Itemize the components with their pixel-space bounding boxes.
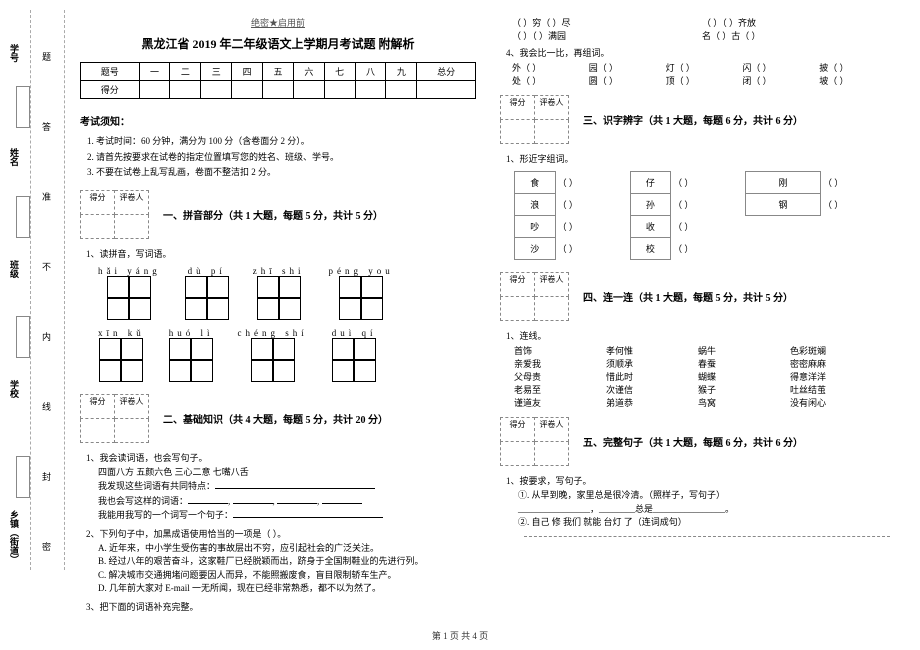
q6-prompt: 1、连线。: [506, 329, 896, 342]
fill-row2: （ ）（ ）满园 名（ ）古（ ）: [512, 29, 896, 42]
section1-scorebox: 得分评卷人 一、拼音部分（共 1 大题，每题 5 分，共计 5 分）: [80, 190, 476, 239]
seal-char-6: 准: [42, 190, 51, 203]
left-column: 绝密★启用前 黑龙江省 2019 年二年级语文上学期月考试题 附解析 题号 一 …: [80, 10, 476, 600]
q3-prompt: 2、下列句子中，加黑成语使用恰当的一项是（ ）。: [86, 527, 476, 540]
score-table: 题号 一 二 三 四 五 六 七 八 九 总分 得分: [80, 62, 476, 99]
section2-title: 二、基础知识（共 4 大题，每题 5 分，共计 20 分）: [163, 411, 476, 426]
seal-char-2: 封: [42, 470, 51, 483]
pairs-row2: 处（ ） 圆（ ） 顶（ ） 闭（ ） 坡（ ）: [512, 74, 896, 87]
pinyin-row2: xīn kǔ huó lì chéng shí duì qí: [98, 328, 476, 382]
char-table: 食（ ）仔（ ）刚（ ） 浪（ ）孙（ ）钢（ ） 吵（ ）收（ ） 沙（ ）校…: [514, 171, 896, 260]
section3-scorebox: 得分评卷人 三、识字辨字（共 1 大题，每题 6 分，共计 6 分）: [500, 95, 896, 144]
secret-line: 绝密★启用前: [80, 16, 476, 29]
section2-scorebox: 得分评卷人 二、基础知识（共 4 大题，每题 5 分，共计 20 分）: [80, 394, 476, 443]
q1-prompt: 1、读拼音，写词语。: [86, 247, 476, 260]
rail-class: 班级: [8, 260, 21, 278]
q2-body: 四面八方 五颜六色 三心二意 七嘴八舌 我发现这些词语有共同特点： 我也会写这样…: [98, 466, 476, 523]
notes-title: 考试须知：: [80, 113, 476, 128]
pinyin-row1: hǎi yáng dù pí zhī shi péng you: [98, 266, 476, 320]
q4-prompt: 3、把下面的词语补充完整。: [86, 600, 476, 613]
q2-prompt: 1、我会读词语，也会写句子。: [86, 451, 476, 464]
q3-options: A. 近年来，中小学生受伤害的事故层出不穷，应引起社会的广泛关注。 B. 经过八…: [98, 542, 476, 596]
paper-title: 黑龙江省 2019 年二年级语文上学期月考试题 附解析: [80, 35, 476, 52]
seal-char-3: 线: [42, 400, 51, 413]
section5-title: 五、完整句子（共 1 大题，每题 6 分，共计 6 分）: [583, 434, 896, 449]
section5-scorebox: 得分评卷人 五、完整句子（共 1 大题，每题 6 分，共计 6 分）: [500, 417, 896, 466]
seal-char-7: 答: [42, 120, 51, 133]
fill-row1: （ ）穷（ ）尽 （ ）（ ）齐放: [512, 16, 896, 29]
right-column: （ ）穷（ ）尽 （ ）（ ）齐放 （ ）（ ）满园 名（ ）古（ ） 4、我会…: [500, 10, 896, 600]
section1-title: 一、拼音部分（共 1 大题，每题 5 分，共计 5 分）: [163, 207, 476, 222]
q7-body: ①. 从早到晚，家里总是很冷清。（照样子，写句子） ______________…: [518, 489, 896, 543]
pairs-row1: 外（ ） 园（ ） 灯（ ） 闪（ ） 披（ ）: [512, 61, 896, 74]
match-grid: 首饰孝何惟蜗牛色彩斑斓 亲爱我须顺承春蚕密密麻麻 父母责惜此时蝴蝶得意洋洋 老易…: [514, 344, 896, 409]
fill-prompt: 4、我会比一比，再组词。: [506, 46, 896, 59]
rail-name: 姓名: [8, 148, 21, 166]
q5-prompt: 1、形近字组词。: [506, 152, 896, 165]
seal-char-1: 密: [42, 540, 51, 553]
notes-list: 考试时间：60 分钟，满分为 100 分（含卷面分 2 分）。 请首先按要求在试…: [96, 132, 476, 182]
seal-char-4: 内: [42, 330, 51, 343]
q7-prompt: 1、按要求，写句子。: [506, 474, 896, 487]
section4-scorebox: 得分评卷人 四、连一连（共 1 大题，每题 5 分，共计 5 分）: [500, 272, 896, 321]
seal-char-8: 题: [42, 50, 51, 63]
rail-town: 乡镇（街道）: [8, 510, 21, 564]
rail-id: 学号: [8, 44, 21, 62]
page-footer: 第 1 页 共 4 页: [0, 629, 920, 642]
rail-school: 学校: [8, 380, 21, 398]
seal-char-5: 不: [42, 260, 51, 273]
section4-title: 四、连一连（共 1 大题，每题 5 分，共计 5 分）: [583, 289, 896, 304]
section3-title: 三、识字辨字（共 1 大题，每题 6 分，共计 6 分）: [583, 112, 896, 127]
